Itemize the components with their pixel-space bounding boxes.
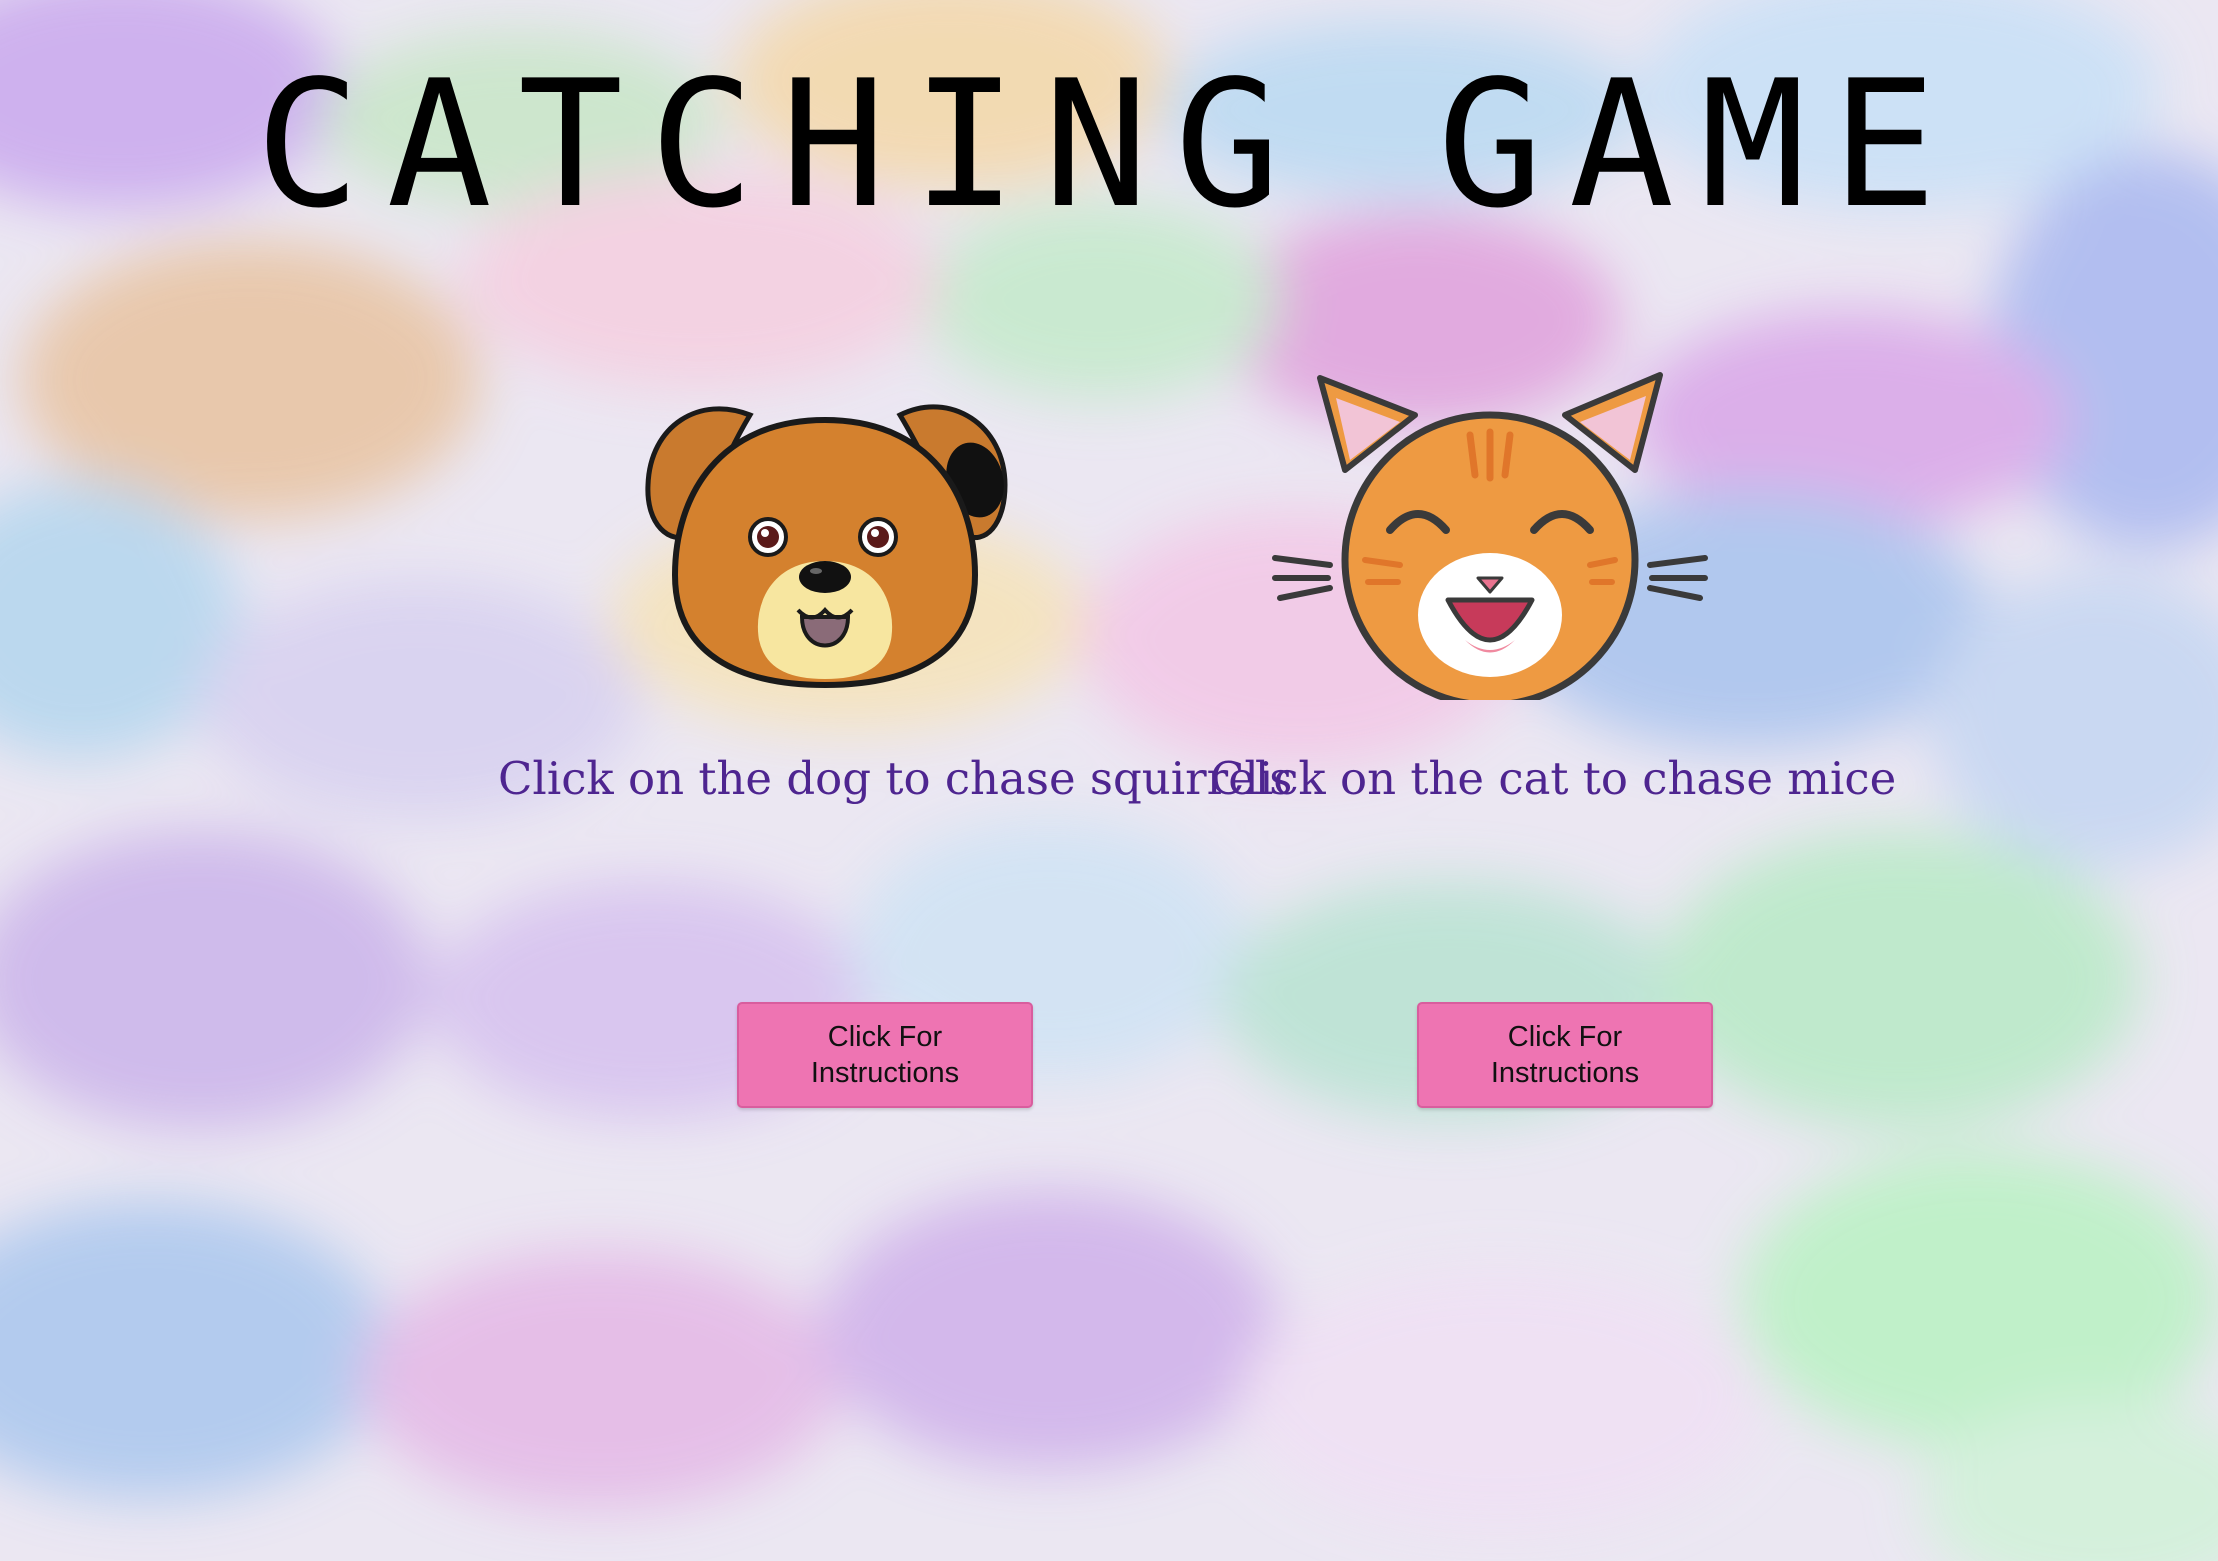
- dog-instructions-button[interactable]: Click For Instructions: [737, 1002, 1033, 1108]
- cat-caption: Click on the cat to chase mice: [1210, 752, 1897, 805]
- cat-face-icon[interactable]: [1270, 360, 1710, 700]
- page-title: CATCHING GAME: [255, 44, 1963, 247]
- cat-instructions-button[interactable]: Click For Instructions: [1417, 1002, 1713, 1108]
- dog-caption: Click on the dog to chase squirrels: [498, 752, 1293, 805]
- dog-face-icon[interactable]: [630, 355, 1020, 705]
